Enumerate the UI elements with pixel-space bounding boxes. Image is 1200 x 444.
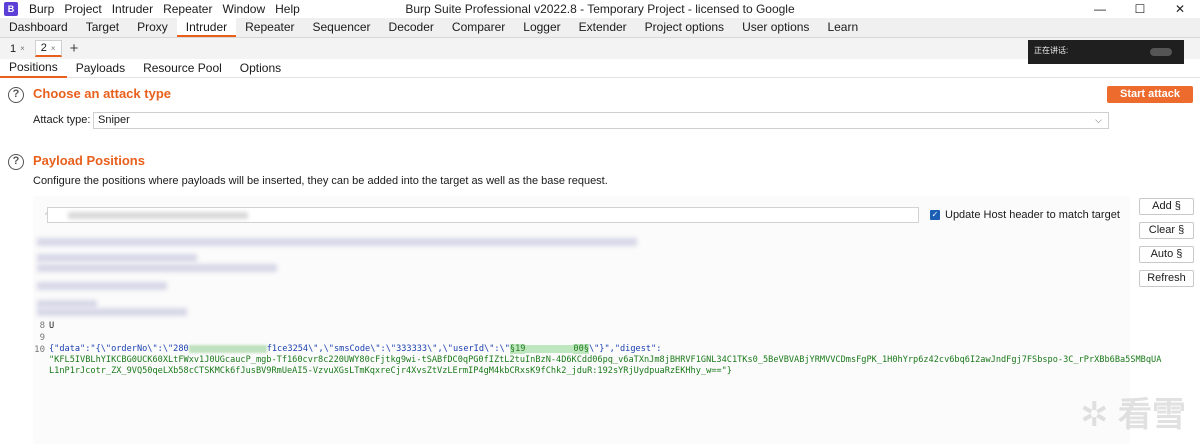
redacted-line xyxy=(37,264,277,272)
target-input[interactable] xyxy=(47,207,919,223)
maximize-icon[interactable]: ☐ xyxy=(1120,0,1160,18)
title-bar: B Burp Project Intruder Repeater Window … xyxy=(0,0,1200,18)
redacted-line xyxy=(37,238,637,246)
main-tab-bar: Dashboard Target Proxy Intruder Repeater… xyxy=(0,18,1200,38)
attack-tab-bar: 1 × 2 × + 正在讲话: xyxy=(0,38,1200,64)
menu-repeater[interactable]: Repeater xyxy=(158,0,217,18)
attack-type-title: Choose an attack type xyxy=(33,86,171,101)
tab-dashboard[interactable]: Dashboard xyxy=(0,18,77,37)
attack-type-select[interactable]: Sniper ⌵ xyxy=(93,112,1109,129)
menu-intruder[interactable]: Intruder xyxy=(107,0,158,18)
tab-comparer[interactable]: Comparer xyxy=(443,18,514,37)
redacted-line xyxy=(37,300,97,308)
line-number: 8 xyxy=(39,321,45,331)
tab-logger[interactable]: Logger xyxy=(514,18,569,37)
add-marker-button[interactable]: Add § xyxy=(1139,198,1194,215)
request-editor[interactable]: ◠ ✓ Update Host header to match target 8… xyxy=(33,196,1161,444)
clear-markers-button[interactable]: Clear § xyxy=(1139,222,1194,239)
start-attack-button[interactable]: Start attack xyxy=(1107,86,1193,103)
intruder-tab-bar: Positions Payloads Resource Pool Options xyxy=(0,59,1200,78)
menu-burp[interactable]: Burp xyxy=(24,0,59,18)
tab-proxy[interactable]: Proxy xyxy=(128,18,177,37)
auto-markers-button[interactable]: Auto § xyxy=(1139,246,1194,263)
tab-resource-pool[interactable]: Resource Pool xyxy=(134,59,231,77)
tab-positions[interactable]: Positions xyxy=(0,58,67,78)
tab-project-options[interactable]: Project options xyxy=(636,18,733,37)
menu-project[interactable]: Project xyxy=(59,0,106,18)
tab-learn[interactable]: Learn xyxy=(818,18,867,37)
update-host-label: Update Host header to match target xyxy=(945,209,1120,221)
attack-tab-1[interactable]: 1 × xyxy=(4,40,31,57)
body-prefix: {"data":"{\"orderNo\":\"280 xyxy=(49,344,189,354)
watermark-logo: ✲ 看雪 xyxy=(1080,396,1186,434)
redacted-target xyxy=(68,212,248,219)
body-middle: \",\"smsCode\":\"333333\",\"userId\":\" xyxy=(308,344,510,354)
tab-target[interactable]: Target xyxy=(77,18,128,37)
attack-tab-label: 1 xyxy=(10,42,17,55)
request-body-line-2: "KFL5IVBLhYIKCBG0UCK60XLtFWxv1J0UGcaucP_… xyxy=(49,355,1162,365)
chevron-down-icon: ⌵ xyxy=(1095,115,1102,125)
tab-repeater[interactable]: Repeater xyxy=(236,18,303,37)
refresh-button[interactable]: Refresh xyxy=(1139,270,1194,287)
speaking-overlay: 正在讲话: xyxy=(1028,40,1184,64)
add-tab-icon[interactable]: + xyxy=(70,40,79,57)
tab-payloads[interactable]: Payloads xyxy=(67,59,134,77)
attack-type-value: Sniper xyxy=(98,114,130,126)
request-line-8: U xyxy=(49,321,55,331)
close-icon[interactable]: × xyxy=(20,44,25,53)
window-controls: — ☐ ✕ xyxy=(1080,0,1200,18)
menu-bar: Burp Project Intruder Repeater Window He… xyxy=(24,0,305,18)
close-icon[interactable]: × xyxy=(51,44,56,53)
payload-marker-start[interactable]: §19 xyxy=(509,344,526,354)
order-suffix: f1ce3254 xyxy=(266,344,309,354)
redacted-user-id xyxy=(525,344,574,353)
attack-tab-label: 2 xyxy=(40,42,47,54)
speaker-icon xyxy=(1150,48,1172,56)
tab-decoder[interactable]: Decoder xyxy=(380,18,443,37)
request-body-line-3: L1nP1rJcotr_ZX_9VQ50qeLXb58cCTSKMCk6fJus… xyxy=(49,366,732,376)
body-tail: \"}","digest": xyxy=(588,344,662,354)
redacted-order xyxy=(188,344,267,353)
update-host-checkbox[interactable]: ✓ xyxy=(930,210,940,220)
line-number: 10 xyxy=(34,345,45,355)
redacted-line xyxy=(37,282,167,290)
request-body-line-1: {"data":"{\"orderNo\":\"280 f1ce3254\",\"… xyxy=(49,344,661,355)
payload-marker-end[interactable]: 00§ xyxy=(573,344,589,354)
menu-window[interactable]: Window xyxy=(217,0,270,18)
speaking-label: 正在讲话: xyxy=(1034,46,1069,55)
attack-type-label: Attack type: xyxy=(33,114,91,126)
help-icon[interactable]: ? xyxy=(8,154,24,170)
help-icon[interactable]: ? xyxy=(8,87,24,103)
tab-intruder[interactable]: Intruder xyxy=(176,18,237,37)
tab-options[interactable]: Options xyxy=(231,59,290,77)
attack-tab-2[interactable]: 2 × xyxy=(34,40,62,57)
tab-extender[interactable]: Extender xyxy=(570,18,636,37)
redacted-line xyxy=(37,308,187,316)
tab-sequencer[interactable]: Sequencer xyxy=(304,18,380,37)
payload-positions-description: Configure the positions where payloads w… xyxy=(33,175,608,187)
tab-user-options[interactable]: User options xyxy=(733,18,818,37)
redacted-line xyxy=(37,254,197,262)
menu-help[interactable]: Help xyxy=(270,0,305,18)
payload-positions-title: Payload Positions xyxy=(33,153,145,168)
line-number: 9 xyxy=(39,333,45,343)
close-icon[interactable]: ✕ xyxy=(1160,0,1200,18)
burp-logo-icon: B xyxy=(4,2,18,16)
minimize-icon[interactable]: — xyxy=(1080,0,1120,18)
